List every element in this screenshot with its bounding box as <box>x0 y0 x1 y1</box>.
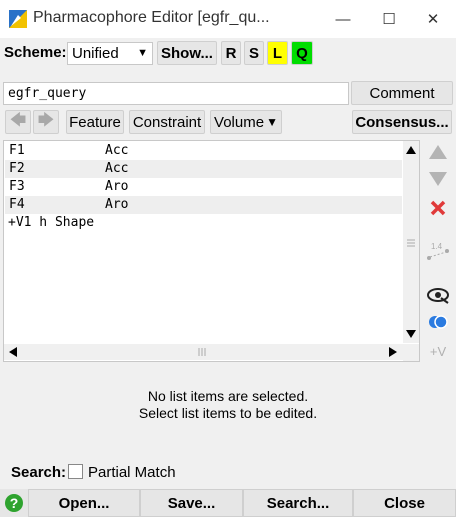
horizontal-scrollbar-graphic <box>9 347 397 357</box>
list-item[interactable]: F3 Aro <box>5 178 402 196</box>
up-triangle-icon <box>429 145 447 159</box>
feature-type: Aro <box>105 197 129 212</box>
move-down-button[interactable] <box>425 167 451 191</box>
down-triangle-icon <box>429 172 447 186</box>
move-up-button[interactable] <box>425 140 451 164</box>
info-line-2: Select list items to be edited. <box>138 405 318 421</box>
feature-name: +V1 h Shape <box>8 215 95 230</box>
scroll-right-icon <box>389 347 397 357</box>
title-bar: Pharmacophore Editor [egfr_qu... — ☐ ✕ <box>0 0 456 38</box>
scroll-up-icon <box>406 146 416 154</box>
red-x-icon <box>430 200 446 216</box>
scroll-down-icon <box>406 330 416 338</box>
scheme-value: Unified <box>72 45 119 62</box>
distance-button[interactable]: 1.4 <box>425 239 451 263</box>
constraint-button[interactable]: Constraint <box>129 110 205 134</box>
feature-name: F2 <box>9 161 25 176</box>
app-icon <box>9 10 27 28</box>
svg-text:1.4: 1.4 <box>431 242 443 251</box>
feature-type: Aro <box>105 179 129 194</box>
scrollbar-corner <box>403 344 419 361</box>
s-toggle-button[interactable]: S <box>244 41 264 65</box>
r-toggle-button[interactable]: R <box>221 41 241 65</box>
volume-label: Volume <box>214 113 265 131</box>
partial-match-checkbox[interactable] <box>68 464 83 479</box>
q-toggle-button[interactable]: Q <box>291 41 313 65</box>
close-window-button[interactable]: ✕ <box>410 0 456 38</box>
feature-name: F4 <box>9 197 25 212</box>
list-item[interactable]: F4 Aro <box>5 196 402 214</box>
overlap-button[interactable] <box>425 310 451 334</box>
save-button[interactable]: Save... <box>140 489 243 517</box>
feature-list[interactable]: F1 Acc F2 Acc F3 Aro F4 Aro +V1 h Shape <box>3 140 420 362</box>
horizontal-scrollbar[interactable] <box>4 344 403 360</box>
consensus-button[interactable]: Consensus... <box>352 110 452 134</box>
scroll-left-icon <box>9 347 17 357</box>
overlap-circles-icon <box>429 315 448 329</box>
show-button[interactable]: Show... <box>157 41 217 65</box>
svg-text:?: ? <box>10 495 19 511</box>
search-button[interactable]: Search... <box>243 489 353 517</box>
distance-icon: 1.4 <box>427 242 449 260</box>
close-button[interactable]: Close <box>353 489 456 517</box>
feature-type: Acc <box>105 161 129 176</box>
info-line-1: No list items are selected. <box>147 388 309 404</box>
scheme-label: Scheme: <box>4 44 67 61</box>
minimize-button[interactable]: — <box>320 0 366 38</box>
comment-button[interactable]: Comment <box>351 81 453 105</box>
scheme-select[interactable]: Unified ▼ <box>67 42 153 65</box>
feature-name: F1 <box>9 143 25 158</box>
add-volume-button[interactable]: +V <box>425 339 451 363</box>
feature-button[interactable]: Feature <box>66 110 124 134</box>
help-button[interactable]: ? <box>0 489 28 517</box>
forward-button[interactable]: 🡆 <box>33 110 59 134</box>
help-icon: ? <box>5 494 23 512</box>
l-toggle-button[interactable]: L <box>267 41 288 65</box>
back-button[interactable]: 🡄 <box>5 110 31 134</box>
list-item[interactable]: F1 Acc <box>5 142 402 160</box>
eye-icon <box>427 288 449 304</box>
query-name-input[interactable]: egfr_query <box>3 82 349 105</box>
vertical-scrollbar-graphic <box>406 146 416 338</box>
feature-name: F3 <box>9 179 25 194</box>
right-arrow-icon: 🡆 <box>37 111 55 129</box>
feature-type: Acc <box>105 143 129 158</box>
partial-match-label: Partial Match <box>88 464 176 481</box>
maximize-button[interactable]: ☐ <box>366 0 412 38</box>
list-item[interactable]: F2 Acc <box>5 160 402 178</box>
query-name-value: egfr_query <box>8 86 87 101</box>
window-title: Pharmacophore Editor [egfr_qu... <box>33 9 270 26</box>
left-arrow-icon: 🡄 <box>9 111 27 129</box>
delete-button[interactable] <box>425 196 451 220</box>
search-label: Search: <box>11 464 67 481</box>
dropdown-arrow-icon: ▼ <box>137 47 148 59</box>
vertical-scrollbar[interactable] <box>403 141 419 343</box>
open-button[interactable]: Open... <box>28 489 140 517</box>
dropdown-arrow-icon: ▼ <box>266 115 278 129</box>
list-item[interactable]: +V1 h Shape <box>5 214 402 232</box>
volume-button[interactable]: Volume ▼ <box>210 110 282 134</box>
visibility-button[interactable] <box>425 283 451 307</box>
